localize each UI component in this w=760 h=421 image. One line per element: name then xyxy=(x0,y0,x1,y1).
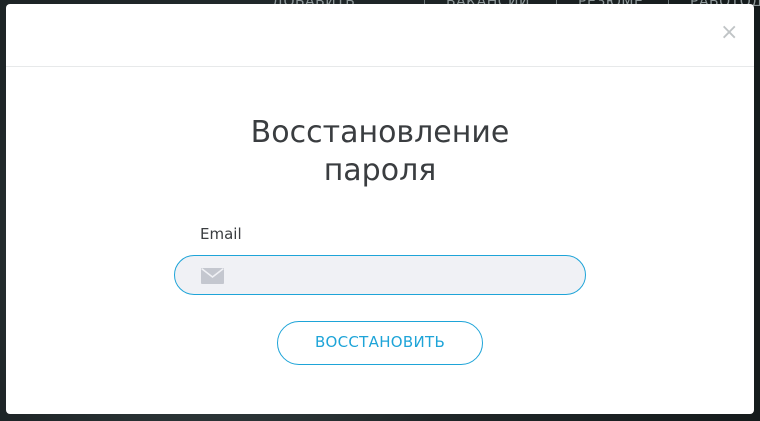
modal-title: Восстановление пароля xyxy=(6,114,754,190)
modal-header: × xyxy=(6,4,754,67)
restore-button[interactable]: ВОССТАНОВИТЬ xyxy=(277,321,483,365)
envelope-icon xyxy=(201,268,224,284)
modal-title-line-1: Восстановление xyxy=(250,115,510,150)
email-input[interactable] xyxy=(231,256,571,294)
close-icon: × xyxy=(720,20,739,45)
close-button[interactable]: × xyxy=(720,22,738,44)
modal-title-line-2: пароля xyxy=(323,153,437,188)
email-label: Email xyxy=(200,225,242,243)
email-field[interactable] xyxy=(174,255,586,295)
password-recovery-modal: × Восстановление пароля Email ВОССТАНОВИ… xyxy=(6,4,754,414)
